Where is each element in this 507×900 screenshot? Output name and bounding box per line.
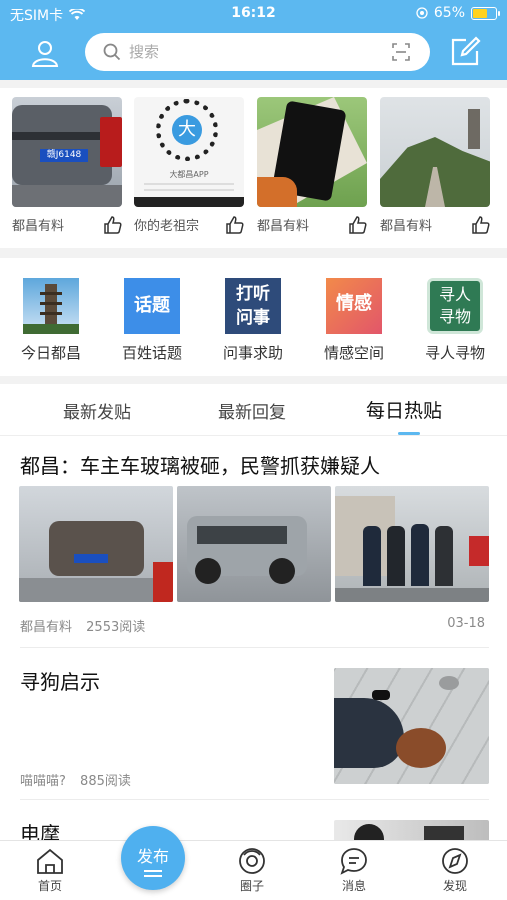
lost-found-icon: 寻人寻物 (427, 278, 483, 334)
post-views: 2553阅读 (86, 620, 146, 635)
license-plate: 赣J6148 (40, 149, 88, 162)
category-grid: 今日都昌 话题 百姓话题 打听问事 问事求助 情感 情感空间 寻人寻物 寻人寻物 (0, 258, 507, 376)
post-card[interactable]: 寻狗启示 喵喵喵? 885阅读 (0, 648, 507, 800)
status-bar: 无SIM卡 16:12 65% (0, 0, 507, 26)
tab-daily-hot[interactable]: 每日热贴 (366, 396, 442, 423)
publish-line-icon (144, 875, 162, 877)
category-lost-found[interactable]: 寻人寻物 寻人寻物 (410, 278, 500, 363)
nav-discover[interactable]: 发现 (425, 847, 485, 894)
compose-icon[interactable] (449, 36, 481, 68)
banner-item[interactable]: 都昌有料 (257, 97, 367, 234)
post-photo-emoto (334, 820, 489, 840)
category-ask-help[interactable]: 打听问事 问事求助 (208, 278, 298, 363)
battery-percent: 65% (433, 5, 465, 21)
category-label: 情感空间 (323, 344, 384, 362)
post-title: 都昌：车主车玻璃被砸，民警抓获嫌疑人 (20, 454, 380, 478)
banner-item[interactable]: 都昌有料 (380, 97, 490, 234)
user-icon[interactable] (28, 36, 62, 70)
thumbs-up-icon[interactable] (104, 215, 122, 234)
thumbs-up-icon[interactable] (226, 215, 244, 234)
nav-label: 首页 (37, 879, 62, 893)
nav-home[interactable]: 首页 (20, 847, 80, 894)
nav-label: 圈子 (239, 879, 264, 893)
nav-circle[interactable]: 圈子 (222, 847, 282, 894)
search-bar[interactable] (85, 33, 430, 71)
banner-photo-phone (257, 97, 367, 207)
tab-indicator (398, 432, 420, 435)
post-title: 寻狗启示 (20, 670, 100, 694)
banner-qr-card: 大 大都昌APP (134, 97, 244, 207)
battery-icon (471, 6, 500, 20)
thumbs-up-icon[interactable] (472, 215, 490, 234)
circle-icon (239, 848, 265, 874)
qr-caption: 大都昌APP (169, 170, 209, 179)
post-author[interactable]: 都昌有料 (20, 620, 72, 635)
category-topics[interactable]: 话题 百姓话题 (107, 278, 197, 363)
category-today-duchang[interactable]: 今日都昌 (6, 278, 96, 363)
category-label: 问事求助 (222, 344, 283, 362)
publish-button[interactable]: 发布 (121, 826, 185, 890)
category-label: 寻人寻物 (424, 344, 485, 362)
banner-item[interactable]: 大 大都昌APP 你的老祖宗 (134, 97, 244, 234)
post-date: 03-18 (447, 616, 485, 631)
post-card[interactable]: 都昌：车主车玻璃被砸，民警抓获嫌疑人 都昌有料 2553阅读 03-18 (0, 436, 507, 648)
topic-icon: 话题 (124, 278, 180, 334)
post-title: 电摩 (20, 822, 60, 840)
message-icon (340, 848, 367, 875)
emotion-icon: 情感 (326, 278, 382, 334)
scan-icon[interactable] (392, 43, 410, 61)
publish-line-icon (144, 870, 162, 872)
banner-caption: 都昌有料 (380, 219, 433, 234)
post-author[interactable]: 喵喵喵? (20, 774, 66, 789)
banner-caption: 都昌有料 (257, 219, 310, 234)
banner-photo-car: 赣J6148 (12, 97, 122, 207)
ask-icon: 打听问事 (225, 278, 281, 334)
post-views: 885阅读 (80, 774, 131, 789)
category-label: 百姓话题 (121, 344, 182, 362)
banner-photo-pagoda (380, 97, 490, 207)
pagoda-icon (23, 278, 79, 334)
banner-caption: 都昌有料 (12, 219, 65, 234)
feed-tabs: 最新发贴 最新回复 每日热贴 (0, 384, 507, 436)
nav-label: 发现 (442, 879, 467, 893)
post-photo-car-back (19, 486, 173, 602)
publish-label: 发布 (136, 847, 169, 866)
post-photo-police (335, 486, 489, 602)
compass-icon (442, 848, 468, 874)
bottom-nav: 首页 圈子 消息 发现 (0, 840, 507, 900)
post-photo-dog (334, 668, 489, 784)
post-photo-suv (177, 486, 331, 602)
banner-item[interactable]: 赣J6148 都昌有料 (12, 97, 122, 234)
home-icon (37, 848, 63, 874)
category-label: 今日都昌 (20, 344, 81, 362)
banner-carousel: 赣J6148 都昌有料 大 大都昌APP 你的老祖宗 都昌有料 都昌有料 (0, 88, 507, 248)
feed-section: 最新发贴 最新回复 每日热贴 都昌：车主车玻璃被砸，民警抓获嫌疑人 都昌有料 2… (0, 384, 507, 840)
nav-messages[interactable]: 消息 (324, 847, 384, 894)
search-input[interactable] (129, 40, 369, 64)
top-bar (0, 26, 507, 80)
post-card[interactable]: 电摩 (0, 800, 507, 840)
thumbs-up-icon[interactable] (349, 215, 367, 234)
banner-caption: 你的老祖宗 (134, 219, 200, 234)
tab-latest-replies[interactable]: 最新回复 (218, 398, 286, 423)
nav-label: 消息 (341, 879, 366, 893)
search-icon (103, 43, 121, 61)
category-emotion[interactable]: 情感 情感空间 (309, 278, 399, 363)
tab-latest-posts[interactable]: 最新发贴 (63, 398, 131, 423)
orientation-lock-icon (416, 7, 428, 19)
